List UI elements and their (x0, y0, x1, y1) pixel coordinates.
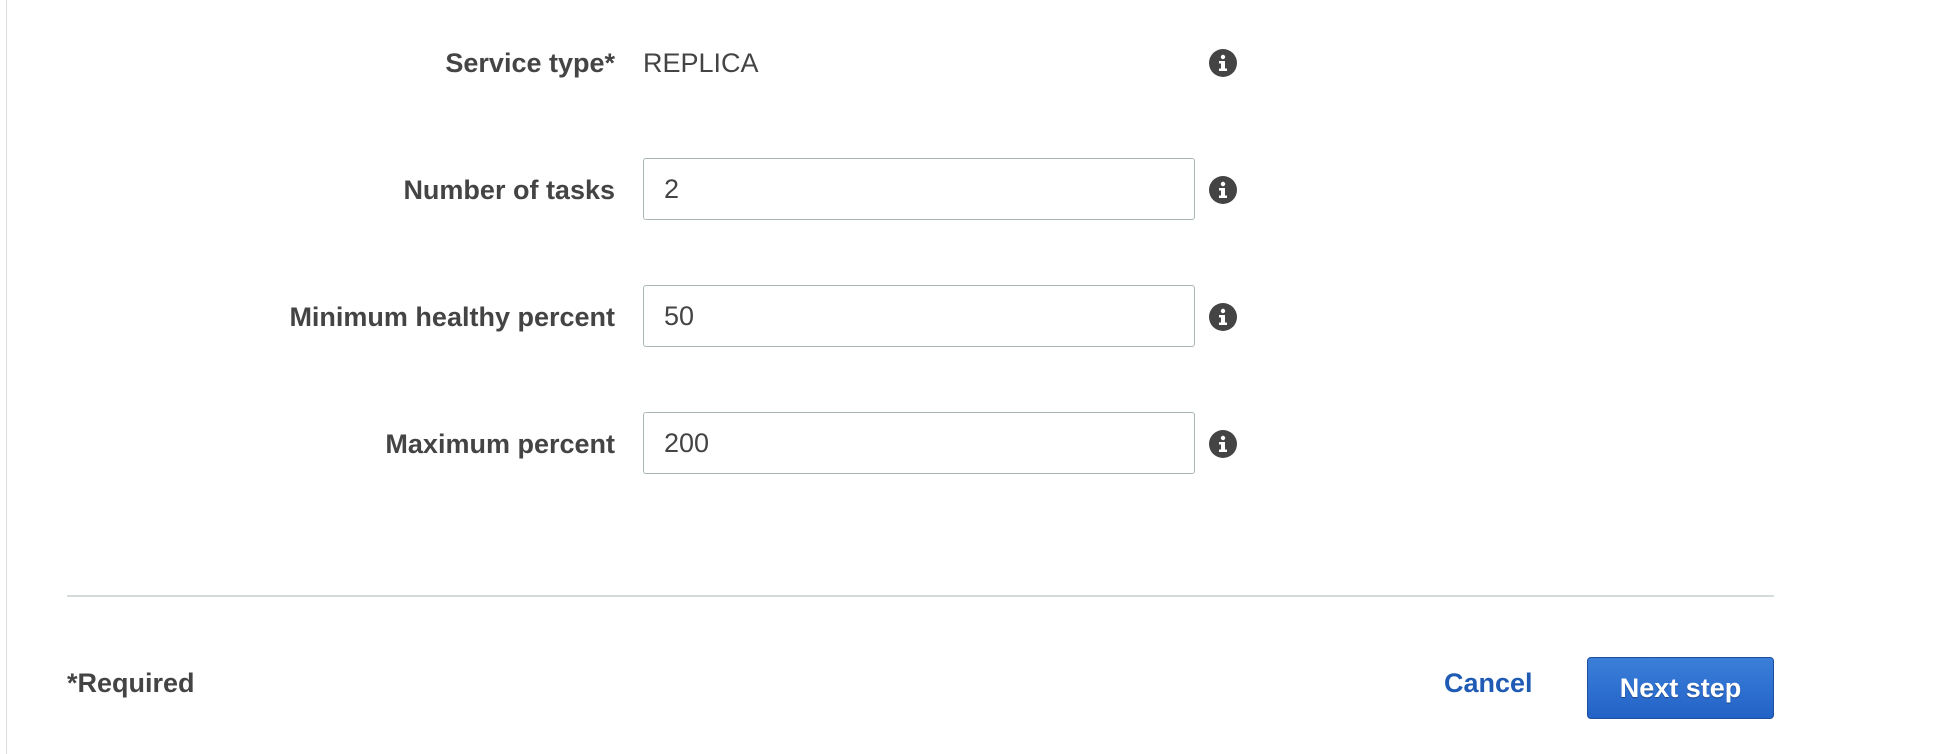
required-note: *Required (67, 668, 195, 698)
service-type-value: REPLICA (643, 48, 759, 78)
minimum-healthy-percent-row: Minimum healthy percent (0, 285, 1300, 349)
minimum-healthy-percent-input[interactable] (643, 285, 1195, 347)
cancel-link[interactable]: Cancel (1444, 668, 1533, 699)
info-icon[interactable] (1209, 303, 1237, 331)
number-of-tasks-input[interactable] (643, 158, 1195, 220)
info-icon[interactable] (1209, 430, 1237, 458)
maximum-percent-input[interactable] (643, 412, 1195, 474)
info-icon[interactable] (1209, 49, 1237, 77)
next-step-button[interactable]: Next step (1587, 657, 1774, 719)
maximum-percent-label: Maximum percent (385, 429, 615, 459)
number-of-tasks-label: Number of tasks (403, 175, 615, 205)
service-type-label: Service type* (445, 48, 615, 78)
number-of-tasks-row: Number of tasks (0, 158, 1300, 222)
left-border (6, 0, 7, 754)
service-type-row: Service type* REPLICA (0, 31, 1300, 95)
minimum-healthy-percent-label: Minimum healthy percent (289, 302, 615, 332)
info-icon[interactable] (1209, 176, 1237, 204)
footer-divider (67, 595, 1774, 597)
service-configuration-form: Service type* REPLICA Number of tasks Mi… (0, 0, 1951, 754)
maximum-percent-row: Maximum percent (0, 412, 1300, 476)
